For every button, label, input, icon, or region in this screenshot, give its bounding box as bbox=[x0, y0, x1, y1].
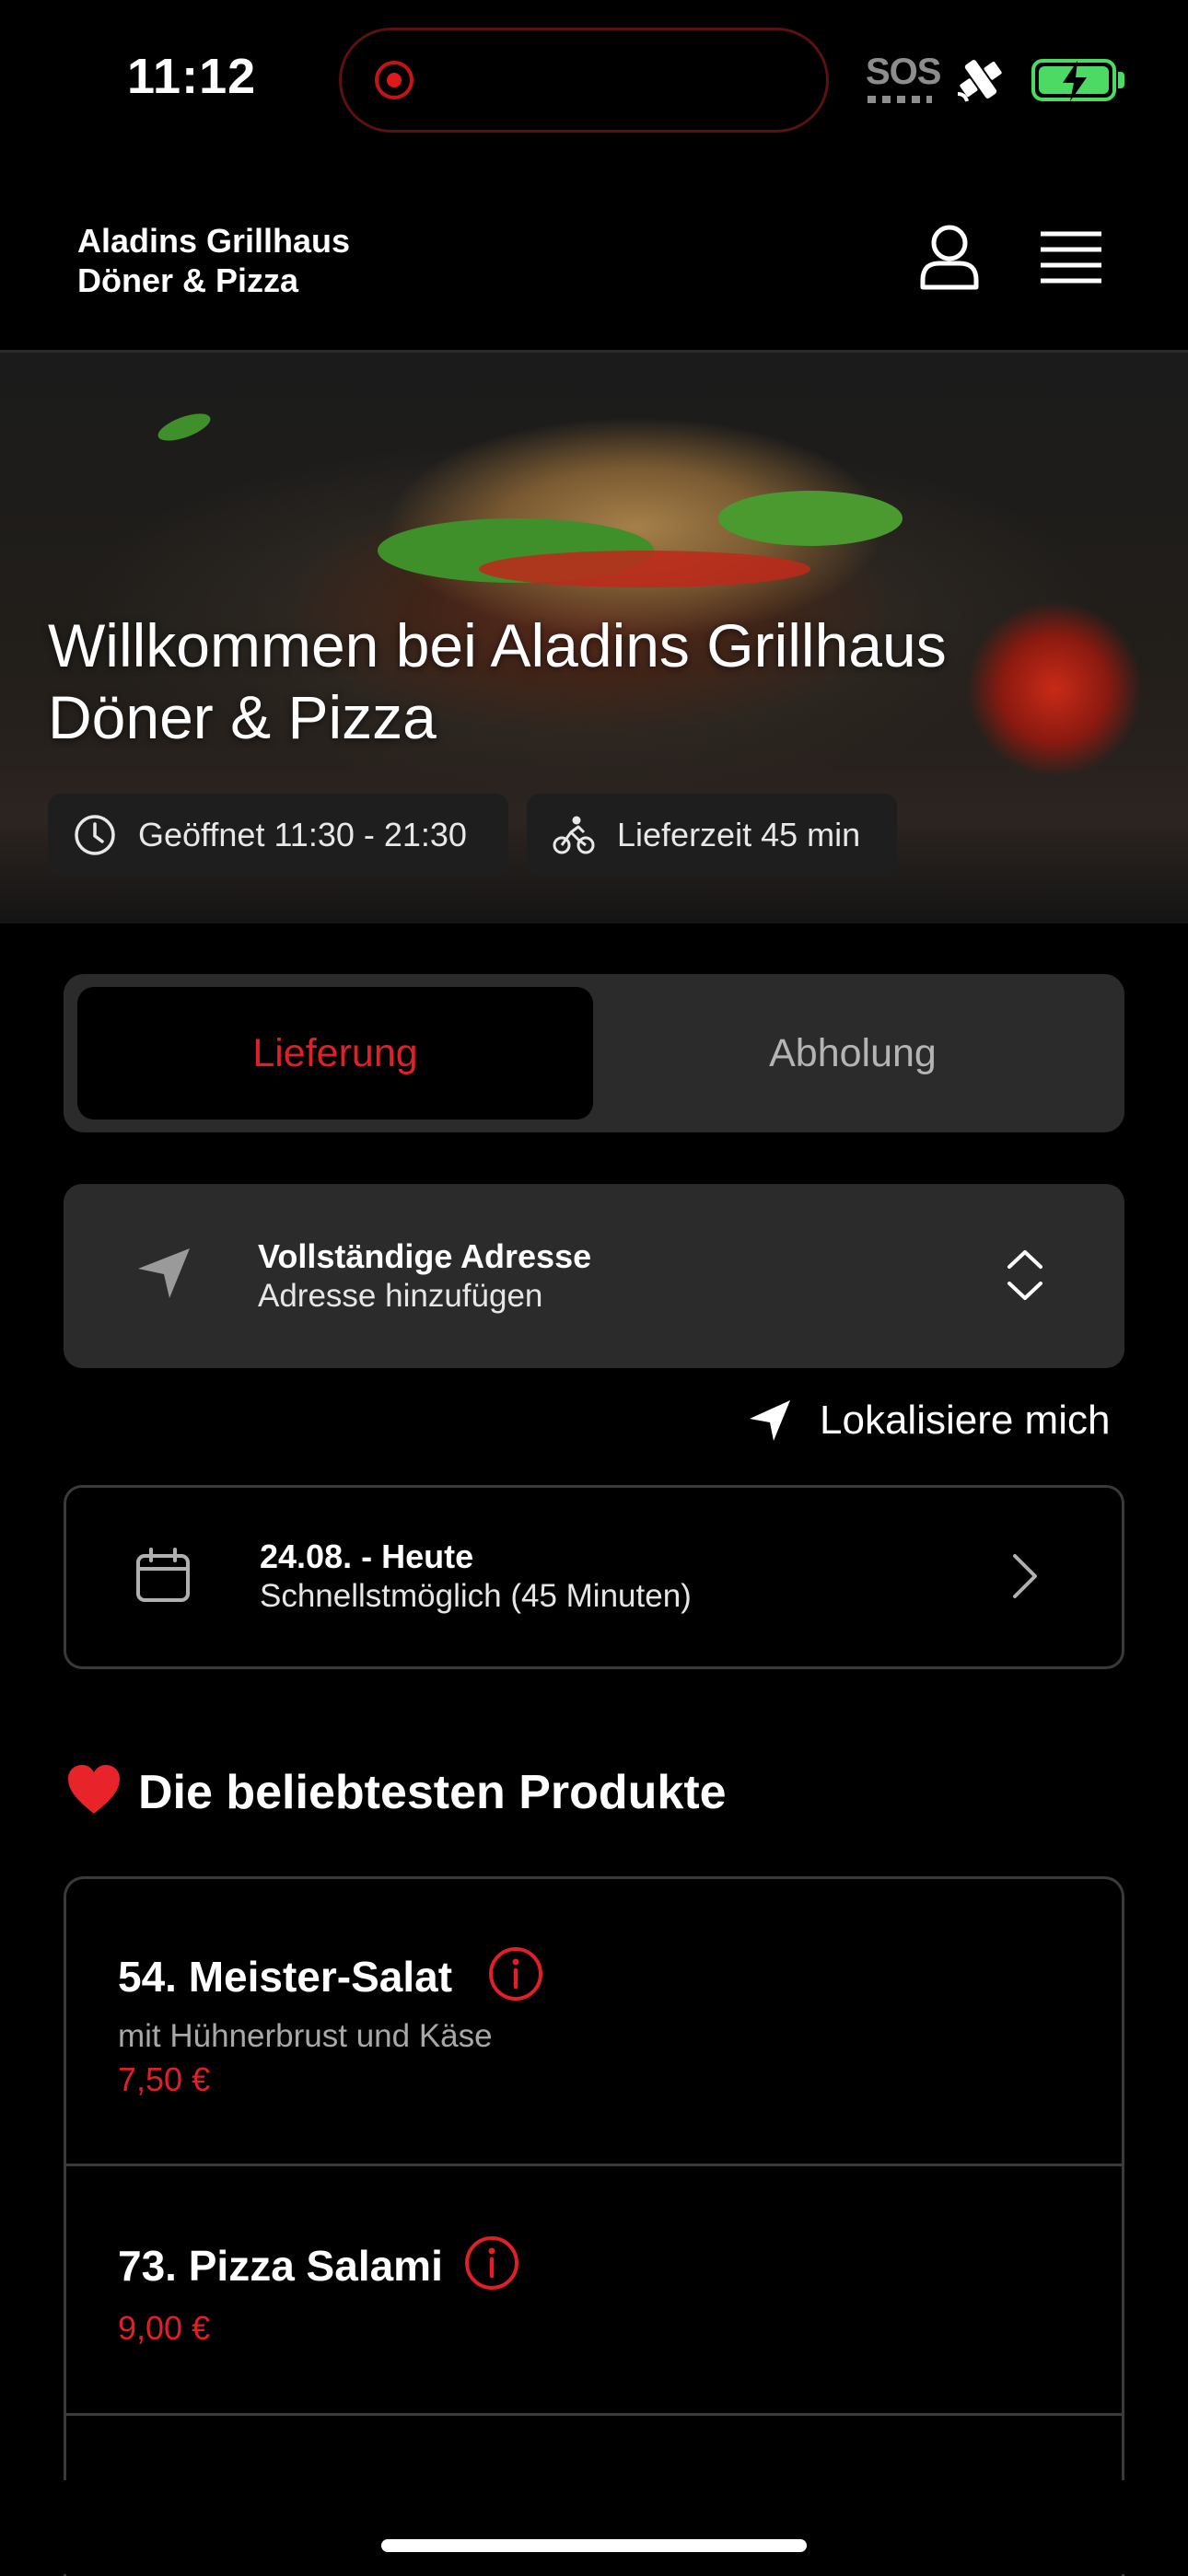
delivery-slot: Schnellstmöglich (45 Minuten) bbox=[260, 1578, 692, 1614]
product-name: 54. Meister-Salat bbox=[118, 1953, 453, 2001]
brand-line-2: Döner & Pizza bbox=[77, 261, 299, 299]
sos-label: SOS bbox=[866, 52, 941, 92]
locate-me-label: Lokalisiere mich bbox=[820, 1398, 1111, 1443]
location-arrow-icon bbox=[138, 1248, 190, 1298]
sos-dots bbox=[868, 96, 932, 103]
delivery-time-chip: Lieferzeit 45 min bbox=[527, 794, 897, 876]
chevron-up-down-icon bbox=[1007, 1250, 1042, 1300]
product-name: 73. Pizza Salami bbox=[118, 2242, 443, 2290]
user-icon[interactable] bbox=[917, 223, 982, 291]
delivery-date: 24.08. - Heute bbox=[260, 1537, 474, 1575]
hero-title: Willkommen bei Aladins Grillhaus Döner &… bbox=[48, 609, 1153, 753]
battery-charging-icon bbox=[1031, 59, 1116, 101]
product-price: 9,00 € bbox=[118, 2309, 211, 2347]
tab-pickup[interactable]: Abholung bbox=[593, 987, 1112, 1120]
record-icon bbox=[375, 61, 413, 99]
bottom-safe-area bbox=[0, 2480, 1188, 2574]
delivery-time-label: Lieferzeit 45 min bbox=[617, 816, 861, 853]
info-icon[interactable] bbox=[486, 1944, 545, 2003]
brand-line-1: Aladins Grillhaus bbox=[77, 222, 351, 260]
satellite-icon bbox=[957, 60, 1002, 102]
clock-icon bbox=[75, 815, 115, 855]
home-indicator[interactable] bbox=[381, 2539, 807, 2552]
product-description: mit Hühnerbrust und Käse bbox=[118, 2018, 493, 2054]
calendar-icon bbox=[136, 1548, 190, 1602]
popular-products-heading: Die beliebtesten Produkte bbox=[138, 1766, 727, 1819]
info-icon[interactable] bbox=[462, 2234, 521, 2292]
opening-hours-label: Geöffnet 11:30 - 21:30 bbox=[138, 816, 467, 853]
product-price: 7,50 € bbox=[118, 2060, 211, 2098]
heart-icon bbox=[68, 1765, 120, 1814]
hero-title-line-1: Willkommen bei Aladins Grillhaus bbox=[48, 611, 947, 679]
bicycle-courier-icon bbox=[553, 816, 595, 854]
dynamic-island bbox=[339, 28, 829, 133]
address-placeholder: Adresse hinzufügen bbox=[258, 1278, 543, 1314]
navigation-arrow-icon bbox=[750, 1400, 790, 1441]
menu-icon[interactable] bbox=[1041, 230, 1101, 285]
chevron-right-icon bbox=[1013, 1554, 1037, 1598]
address-title: Vollständige Adresse bbox=[258, 1237, 592, 1275]
opening-hours-chip: Geöffnet 11:30 - 21:30 bbox=[48, 794, 508, 876]
product-divider bbox=[64, 2413, 1124, 2416]
hero-title-line-2: Döner & Pizza bbox=[48, 683, 437, 751]
battery-tip bbox=[1118, 72, 1124, 88]
address-selector[interactable] bbox=[64, 1184, 1124, 1368]
delivery-time-selector[interactable] bbox=[64, 1485, 1124, 1669]
brand-logo-text[interactable]: Aladins Grillhaus Döner & Pizza bbox=[77, 221, 350, 300]
status-time: 11:12 bbox=[127, 49, 257, 104]
tab-delivery[interactable]: Lieferung bbox=[77, 987, 593, 1120]
locate-me-button[interactable]: Lokalisiere mich bbox=[748, 1398, 1110, 1444]
